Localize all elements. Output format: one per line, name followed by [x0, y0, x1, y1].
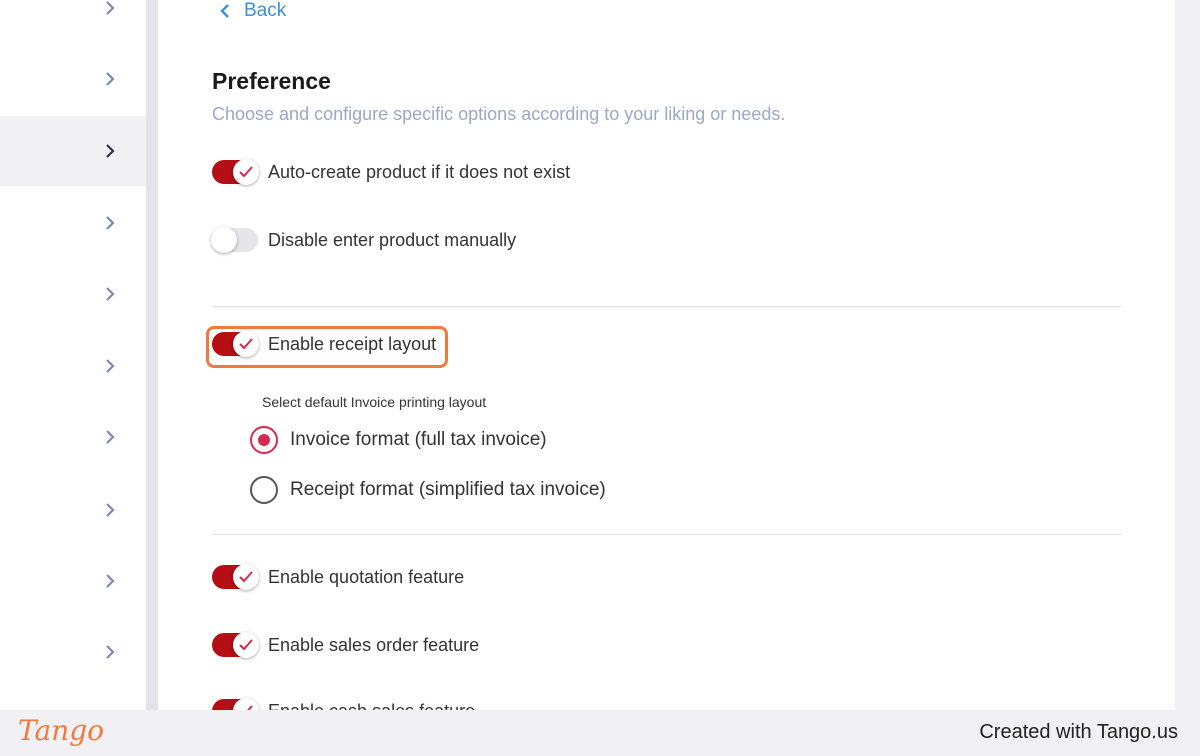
auto-create-option: Auto-create product if it does not exist	[212, 159, 571, 185]
cash-sales-toggle[interactable]	[212, 698, 259, 710]
sidebar-item[interactable]	[0, 402, 146, 472]
check-icon	[239, 571, 253, 583]
quotation-option: Enable quotation feature	[212, 564, 465, 590]
chevron-right-icon	[106, 645, 115, 659]
chevron-right-icon	[106, 144, 115, 158]
sidebar-item[interactable]	[0, 617, 146, 687]
sidebar-item[interactable]	[0, 546, 146, 616]
chevron-right-icon	[106, 287, 115, 301]
back-label: Back	[244, 0, 287, 21]
auto-create-label: Auto-create product if it does not exist	[268, 161, 571, 182]
sidebar-item[interactable]	[0, 188, 146, 258]
check-icon	[239, 166, 253, 178]
sales-order-toggle[interactable]	[212, 632, 259, 658]
sidebar-item[interactable]	[0, 0, 146, 43]
cash-sales-option: Enable cash sales feature	[212, 698, 475, 711]
sidebar-item[interactable]	[0, 44, 146, 114]
invoice-format-option[interactable]: Invoice format (full tax invoice)	[250, 426, 547, 454]
click-highlight	[206, 326, 448, 368]
divider	[212, 534, 1122, 535]
preference-panel: Back Preference Choose and configure spe…	[158, 0, 1175, 710]
sidebar-divider	[146, 0, 158, 710]
disable-manual-toggle[interactable]	[211, 227, 258, 253]
chevron-right-icon	[106, 574, 115, 588]
sidebar-item[interactable]	[0, 331, 146, 401]
quotation-toggle[interactable]	[212, 564, 259, 590]
sales-order-label: Enable sales order feature	[268, 634, 480, 655]
invoice-layout-label: Select default Invoice printing layout	[262, 394, 487, 410]
receipt-format-radio[interactable]	[250, 476, 278, 504]
quotation-label: Enable quotation feature	[268, 566, 465, 587]
chevron-right-icon	[106, 503, 115, 517]
receipt-format-label: Receipt format (simplified tax invoice)	[290, 479, 606, 500]
sidebar	[0, 0, 146, 710]
page-title: Preference	[212, 68, 331, 94]
invoice-format-radio[interactable]	[250, 426, 278, 454]
created-with-text: Created with Tango.us	[979, 721, 1178, 743]
receipt-format-option[interactable]: Receipt format (simplified tax invoice)	[250, 476, 606, 504]
sales-order-option: Enable sales order feature	[212, 632, 480, 658]
right-gutter	[1175, 0, 1200, 710]
disable-manual-label: Disable enter product manually	[268, 229, 517, 250]
invoice-format-label: Invoice format (full tax invoice)	[290, 429, 547, 450]
check-icon	[239, 639, 253, 651]
sidebar-item[interactable]	[0, 475, 146, 545]
tango-logo: Tango	[18, 714, 105, 747]
chevron-left-icon	[220, 4, 229, 18]
sidebar-item[interactable]	[0, 259, 146, 329]
back-link[interactable]: Back	[220, 0, 286, 22]
auto-create-toggle[interactable]	[212, 159, 259, 185]
cash-sales-label: Enable cash sales feature	[268, 701, 475, 711]
tango-footer: Tango Created with Tango.us	[0, 710, 1200, 756]
chevron-right-icon	[106, 1, 115, 15]
divider	[212, 306, 1122, 307]
page-subtitle: Choose and configure specific options ac…	[212, 104, 786, 124]
disable-manual-option: Disable enter product manually	[211, 227, 517, 253]
chevron-right-icon	[106, 72, 115, 86]
chevron-right-icon	[106, 216, 115, 230]
sidebar-item-active[interactable]	[0, 116, 146, 186]
chevron-right-icon	[106, 430, 115, 444]
chevron-right-icon	[106, 359, 115, 373]
